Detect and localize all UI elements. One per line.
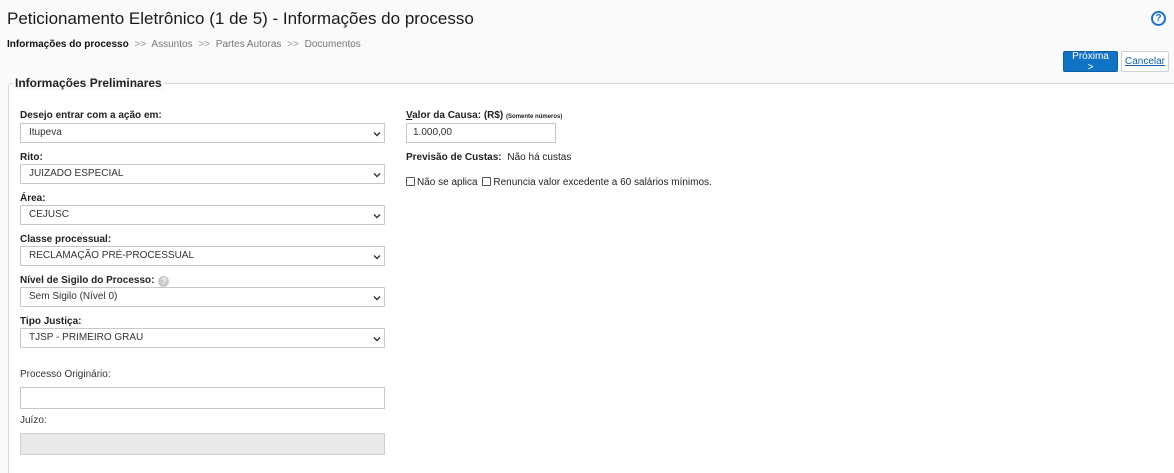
breadcrumb-current: Informações do processo: [7, 39, 129, 50]
rito-select[interactable]: JUIZADO ESPECIAL: [20, 164, 385, 184]
breadcrumb-separator: >>: [134, 39, 147, 50]
rito-label: Rito:: [20, 152, 43, 163]
chevron-down-icon: [373, 337, 381, 342]
page-title: Peticionamento Eletrônico (1 de 5) - Inf…: [7, 9, 474, 28]
tipo-justica-select[interactable]: TJSP - PRIMEIRO GRAU: [20, 328, 385, 348]
valor-causa-note: (Somente números): [506, 114, 563, 120]
area-value: CEJUSC: [29, 209, 70, 220]
foro-value: Itupeva: [29, 127, 62, 138]
tipo-justica-value: TJSP - PRIMEIRO GRAU: [29, 332, 144, 343]
chevron-down-icon: [373, 132, 381, 137]
renuncia-checkbox[interactable]: [482, 177, 492, 186]
breadcrumb-step-partes-autoras: Partes Autoras: [215, 39, 282, 50]
breadcrumb: Informações do processo >> Assuntos >> P…: [7, 39, 361, 50]
classe-label: Classe processual:: [20, 234, 112, 245]
renuncia-label[interactable]: Renuncia valor excedente a 60 salários m…: [493, 177, 711, 188]
foro-label: Desejo entrar com a ação em:: [20, 110, 162, 121]
classe-select[interactable]: RECLAMAÇÃO PRÉ-PROCESSUAL: [20, 246, 385, 266]
processo-originario-input[interactable]: [20, 387, 385, 409]
sigilo-value: Sem Sigilo (Nível 0): [29, 291, 118, 302]
sigilo-label-row: Nível de Sigilo do Processo:?: [20, 275, 170, 287]
previsao-custas-row: Previsão de Custas: Não há custas: [406, 152, 571, 163]
nao-se-aplica-label[interactable]: Não se aplica: [417, 177, 478, 188]
chevron-down-icon: [373, 214, 381, 219]
rito-value: JUIZADO ESPECIAL: [29, 168, 124, 179]
valor-causa-label: Valor da Causa: (R$) (Somente números): [406, 110, 562, 121]
chevron-down-icon: [373, 173, 381, 178]
area-label: Área:: [20, 193, 46, 204]
breadcrumb-step-assuntos: Assuntos: [151, 39, 193, 50]
chevron-down-icon: [373, 296, 381, 301]
tipo-justica-label: Tipo Justiça:: [20, 316, 82, 327]
foro-select[interactable]: Itupeva: [20, 123, 385, 143]
question-circle-icon[interactable]: ?: [1151, 11, 1166, 26]
breadcrumb-separator: >>: [198, 39, 211, 50]
chevron-down-icon: [373, 255, 381, 260]
nao-se-aplica-checkbox[interactable]: [406, 177, 415, 186]
juizo-label: Juízo:: [20, 415, 47, 426]
checkbox-row: Não se aplica Renuncia valor excedente a…: [406, 177, 712, 188]
next-button[interactable]: Próxima >: [1063, 51, 1118, 73]
processo-originario-label: Processo Originário:: [20, 369, 111, 380]
juizo-input: [20, 433, 385, 455]
classe-value: RECLAMAÇÃO PRÉ-PROCESSUAL: [29, 250, 195, 261]
previsao-custas-label: Previsão de Custas:: [406, 152, 502, 163]
cancel-button[interactable]: Cancelar: [1121, 51, 1169, 72]
sigilo-label: Nível de Sigilo do Processo:: [20, 275, 155, 286]
sigilo-select[interactable]: Sem Sigilo (Nível 0): [20, 287, 385, 307]
breadcrumb-separator: >>: [287, 39, 299, 50]
fieldset-legend: Informações Preliminares: [13, 76, 164, 90]
previsao-custas-value: Não há custas: [507, 152, 572, 163]
area-select[interactable]: CEJUSC: [20, 205, 385, 225]
valor-causa-label-text: alor da Causa: (R$): [412, 110, 504, 121]
help-icon[interactable]: ?: [158, 276, 170, 287]
valor-causa-input[interactable]: 1.000,00: [406, 123, 556, 143]
breadcrumb-step-documentos: Documentos: [304, 39, 361, 50]
